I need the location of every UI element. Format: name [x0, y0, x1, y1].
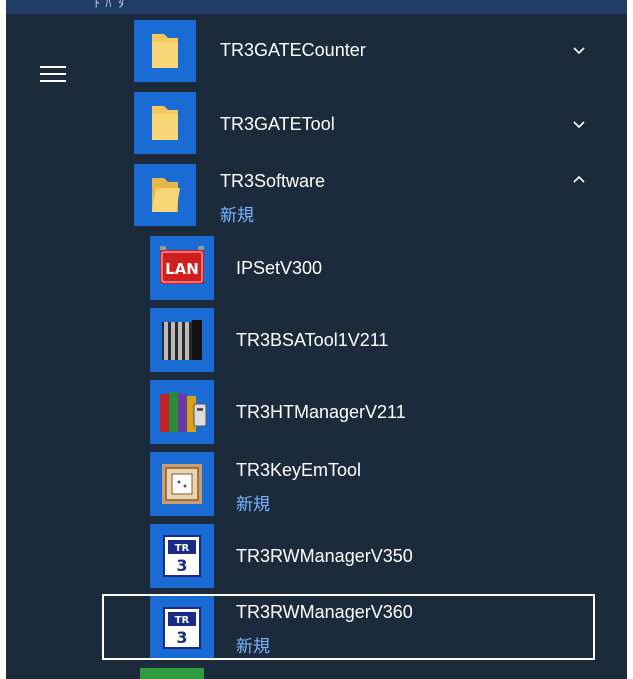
app-tr3htmanagerv211[interactable]: TR3HTManagerV211: [126, 380, 612, 444]
group-tr3gatetool[interactable]: TR3GATETool: [126, 92, 612, 154]
group-tr3software[interactable]: TR3Software 新規: [126, 164, 612, 226]
chevron-down-icon[interactable]: [570, 42, 588, 60]
chevron-down-icon[interactable]: [570, 116, 588, 134]
app-label: IPSetV300: [236, 258, 323, 278]
folder-open-icon: [152, 178, 180, 212]
folder-icon: [152, 34, 178, 68]
app-label: TR3RWManagerV350: [236, 546, 413, 566]
chevron-up-icon[interactable]: [570, 170, 588, 188]
app-label: TR3KeyEmTool: [236, 460, 362, 480]
server-rack-icon: [162, 320, 202, 360]
hamburger-menu-icon[interactable]: [36, 60, 70, 90]
app-tile: TR 3: [150, 524, 214, 588]
group-tr3gatecounter[interactable]: TR3GATECounter: [126, 20, 612, 82]
tr3-rw-icon: TR 3: [163, 535, 201, 577]
folder-tile: [134, 92, 196, 154]
books-icon: [160, 392, 207, 432]
svg-text:LAN: LAN: [165, 260, 199, 278]
new-badge: 新規: [236, 637, 270, 656]
app-label: TR3BSATool1V211: [236, 330, 389, 350]
app-tile: LAN: [150, 236, 214, 300]
svg-text:TR: TR: [175, 543, 190, 554]
svg-text:3: 3: [176, 556, 187, 575]
app-tr3rwmanagerv350[interactable]: TR 3 TR3RWManagerV350: [126, 524, 612, 588]
folder-tile: [134, 20, 196, 82]
group-label: TR3GATECounter: [220, 40, 366, 60]
app-tile: [150, 308, 214, 372]
app-tile: [150, 380, 214, 444]
cut-off-header-text: ﾄ ﾊﾞﾀﾞ: [94, 0, 132, 10]
lan-icon: LAN: [160, 246, 204, 284]
folder-icon: [152, 106, 178, 140]
app-label: TR3HTManagerV211: [236, 402, 406, 422]
key-emulator-icon: [162, 464, 202, 504]
app-tr3bsatool1v211[interactable]: TR3BSATool1V211: [126, 308, 612, 372]
new-badge: 新規: [220, 206, 254, 225]
next-app-tile[interactable]: [140, 668, 204, 679]
app-tile: [150, 452, 214, 516]
start-menu: ﾄ ﾊﾞﾀﾞ TR3GATECounter TR3GATETool TR3Sof…: [6, 0, 627, 679]
app-label: TR3RWManagerV360: [236, 602, 413, 622]
app-ipsetv300[interactable]: LAN IPSetV300: [126, 236, 612, 300]
group-label: TR3Software: [220, 171, 326, 191]
app-tile: TR 3: [150, 596, 214, 660]
screenshot-frame: ﾄ ﾊﾞﾀﾞ TR3GATECounter TR3GATETool TR3Sof…: [0, 0, 633, 679]
tr3-rw-icon: TR 3: [163, 607, 201, 649]
new-badge: 新規: [236, 495, 270, 514]
svg-text:3: 3: [176, 628, 187, 647]
app-tr3rwmanagerv360[interactable]: TR 3 TR3RWManagerV360 新規: [126, 596, 612, 660]
group-label: TR3GATETool: [220, 114, 335, 134]
app-tr3keyemtool[interactable]: TR3KeyEmTool 新規: [126, 452, 612, 516]
top-edge: ﾄ ﾊﾞﾀﾞ: [6, 0, 627, 14]
folder-tile: [134, 164, 196, 226]
svg-text:TR: TR: [175, 615, 190, 626]
